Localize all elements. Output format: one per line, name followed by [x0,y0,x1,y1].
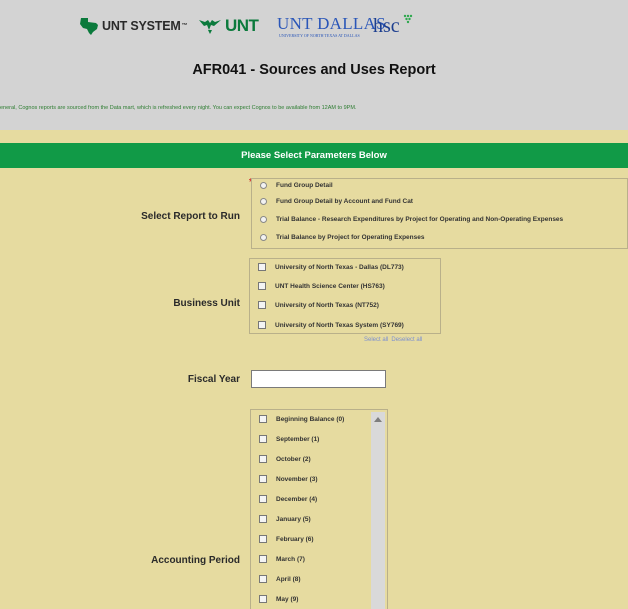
checkbox[interactable] [259,575,267,583]
report-option-label: Fund Group Detail by Account and Fund Ca… [276,198,413,205]
hsc-logo-text: hsc [373,14,400,37]
business-unit-option-label: UNT Health Science Center (HS763) [275,282,385,290]
accounting-period-option-label: May (9) [276,595,299,603]
accounting-period-option-label: April (8) [276,575,301,583]
deselect-all-link[interactable]: Deselect all [391,337,422,343]
accounting-period-option-label: November (3) [276,475,318,483]
unt-logo: UNT [198,12,259,40]
accounting-period-option[interactable]: November (3) [259,475,318,483]
availability-notice: eneral, Cognos reports are sourced from … [0,105,357,111]
accounting-period-option-label: December (4) [276,495,318,503]
checkbox[interactable] [258,301,266,309]
report-label: Select Report to Run [141,211,240,222]
business-unit-box: University of North Texas - Dallas (DL77… [249,258,441,334]
scroll-up-arrow-icon[interactable] [374,417,382,422]
business-unit-links: Select all Deselect all [364,337,425,343]
logo-strip: UNT SYSTEM ™ UNT UNT DALLAS UNIVERSITY OF… [0,12,628,40]
checkbox[interactable] [258,263,266,271]
unt-logo-text: UNT [225,16,259,35]
report-option-label: Fund Group Detail [276,182,333,189]
unt-dallas-logo-subtext: UNIVERSITY OF NORTH TEXAS AT DALLAS [279,32,360,38]
accounting-period-option[interactable]: January (5) [259,515,311,523]
texas-icon [80,18,98,35]
accounting-period-option-label: February (6) [276,535,314,543]
checkbox[interactable] [259,535,267,543]
unt-system-logo-text: UNT SYSTEM [102,19,181,33]
report-option[interactable]: Trial Balance by Project for Operating E… [260,234,424,241]
report-option[interactable]: Trial Balance - Research Expenditures by… [260,216,563,223]
checkbox[interactable] [259,475,267,483]
radio-button[interactable] [260,182,267,189]
accounting-period-option[interactable]: October (2) [259,455,311,463]
eagle-icon [199,20,221,34]
accounting-period-option[interactable]: Beginning Balance (0) [259,415,344,423]
accounting-period-option[interactable]: April (8) [259,575,301,583]
accounting-period-option[interactable]: September (1) [259,435,319,443]
checkbox[interactable] [259,515,267,523]
accounting-period-option-label: October (2) [276,455,311,463]
checkbox[interactable] [259,595,267,603]
hsc-logo: hsc [373,12,413,40]
report-option-label: Trial Balance - Research Expenditures by… [276,216,564,223]
business-unit-option-label: University of North Texas (NT752) [275,301,379,309]
checkbox[interactable] [259,415,267,423]
report-option[interactable]: Fund Group Detail by Account and Fund Ca… [260,198,413,205]
page-title: AFR041 - Sources and Uses Report [192,62,436,78]
radio-button[interactable] [260,216,267,223]
unt-system-logo: UNT SYSTEM ™ [78,12,188,40]
accounting-period-option[interactable]: February (6) [259,535,314,543]
checkbox[interactable] [259,555,267,563]
business-unit-option[interactable]: University of North Texas - Dallas (DL77… [258,263,404,271]
report-options-box: Fund Group Detail Fund Group Detail by A… [251,178,628,249]
checkbox[interactable] [258,282,266,290]
business-unit-option-label: University of North Texas - Dallas (DL77… [275,263,404,271]
report-option[interactable]: Fund Group Detail [260,182,333,189]
hsc-dots-icon [403,14,413,24]
checkbox[interactable] [258,321,266,329]
unt-dallas-logo-text: UNT DALLAS [277,13,386,33]
radio-button[interactable] [260,234,267,241]
report-header: UNT SYSTEM ™ UNT UNT DALLAS UNIVERSITY OF… [0,0,628,130]
accounting-period-option[interactable]: March (7) [259,555,305,563]
checkbox[interactable] [259,435,267,443]
report-option-label: Trial Balance by Project for Operating E… [276,234,425,241]
accounting-period-scrollbar[interactable] [371,412,385,609]
accounting-period-option-label: September (1) [276,435,320,443]
parameters-header: Please Select Parameters Below [0,143,628,168]
fiscal-year-input[interactable] [251,370,386,388]
accounting-period-option[interactable]: May (9) [259,595,298,603]
radio-button[interactable] [260,198,267,205]
accounting-period-option-label: January (5) [276,515,311,523]
fiscal-year-label: Fiscal Year [187,374,240,385]
business-unit-option[interactable]: University of North Texas System (SY769) [258,321,404,329]
accounting-period-option-label: Beginning Balance (0) [276,415,345,423]
accounting-period-listbox[interactable]: Beginning Balance (0) September (1) Octo… [250,409,388,609]
accounting-period-option[interactable]: December (4) [259,495,317,503]
business-unit-option[interactable]: University of North Texas (NT752) [258,301,379,309]
business-unit-option-label: University of North Texas System (SY769) [275,321,404,329]
checkbox[interactable] [259,495,267,503]
business-unit-option[interactable]: UNT Health Science Center (HS763) [258,282,385,290]
accounting-period-label: Accounting Period [151,555,240,566]
accounting-period-option-label: March (7) [276,555,305,563]
unt-dallas-logo: UNT DALLAS UNIVERSITY OF NORTH TEXAS AT … [277,10,386,42]
select-all-link[interactable]: Select all [364,337,388,343]
checkbox[interactable] [259,455,267,463]
business-unit-label: Business Unit [173,298,240,309]
